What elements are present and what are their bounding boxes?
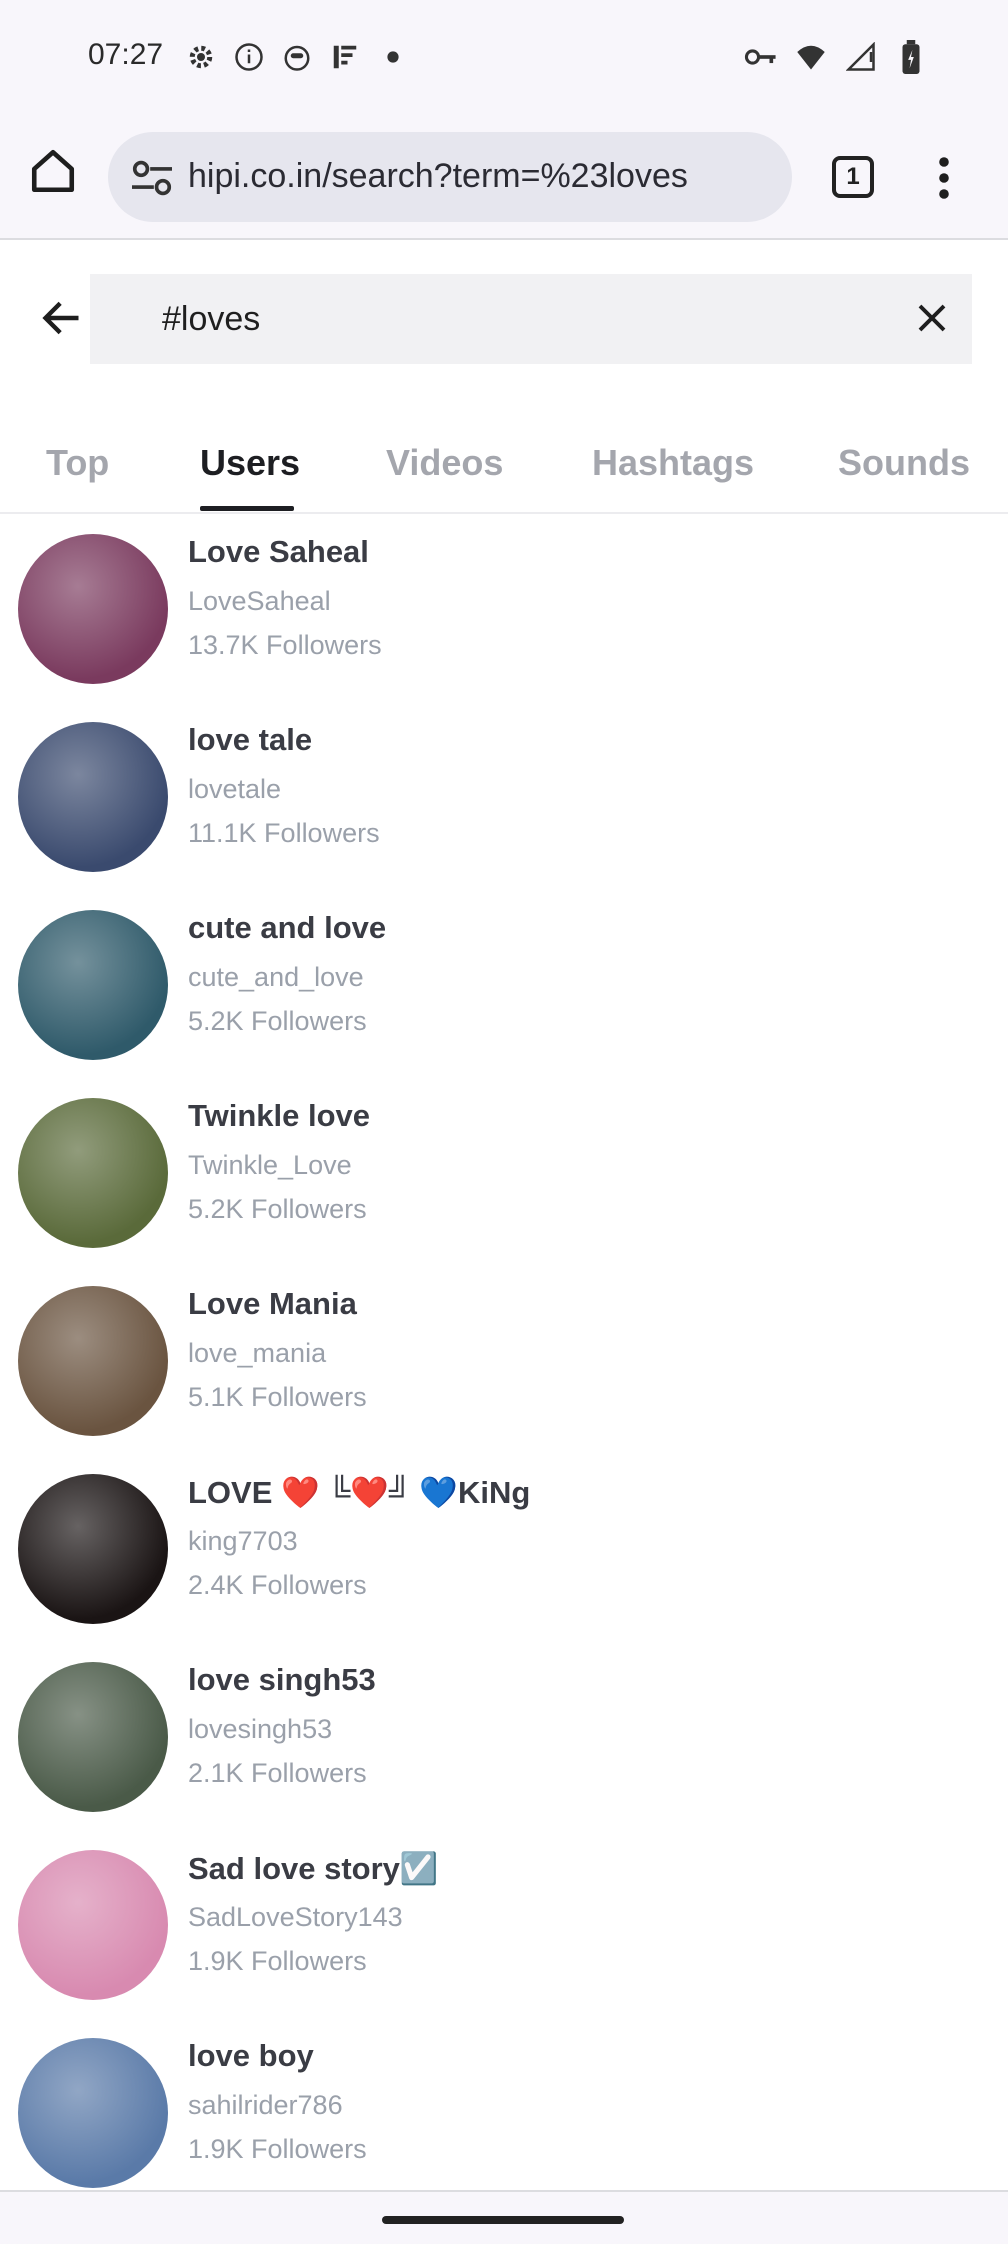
user-display-name[interactable]: love singh53 bbox=[188, 1662, 376, 1698]
user-row[interactable]: cute and love cute_and_love 5.2K Followers bbox=[0, 896, 1008, 1084]
gesture-bar bbox=[0, 2190, 1008, 2244]
signal-icon bbox=[844, 40, 878, 74]
user-handle: sahilrider786 bbox=[188, 2090, 343, 2120]
search-input[interactable]: #loves bbox=[90, 274, 972, 364]
user-row[interactable]: Twinkle love Twinkle_Love 5.2K Followers bbox=[0, 1084, 1008, 1272]
user-follower-count: 1.9K Followers bbox=[188, 2134, 367, 2164]
user-follower-count: 2.1K Followers bbox=[188, 1758, 367, 1788]
user-display-name[interactable]: LOVE ❤️ ╚❤️╝ 💙KiNg bbox=[188, 1474, 530, 1511]
user-follower-count: 13.7K Followers bbox=[188, 630, 382, 660]
user-handle: lovesingh53 bbox=[188, 1714, 333, 1744]
browser-toolbar: hipi.co.in/search?term=%23loves 1 bbox=[0, 120, 1008, 240]
user-display-name[interactable]: love boy bbox=[188, 2038, 314, 2074]
home-indicator[interactable] bbox=[382, 2216, 624, 2224]
gear-icon bbox=[184, 40, 218, 74]
cat-face-icon bbox=[280, 40, 314, 74]
user-display-name[interactable]: love tale bbox=[188, 722, 312, 758]
user-follower-count: 5.2K Followers bbox=[188, 1194, 367, 1224]
user-follower-count: 5.1K Followers bbox=[188, 1382, 367, 1412]
home-icon bbox=[31, 149, 75, 193]
tab-users[interactable]: Users bbox=[200, 442, 300, 484]
search-tabs: Top Users Videos Hashtags Sounds bbox=[0, 420, 1008, 514]
dot-icon bbox=[376, 40, 410, 74]
arrow-left-icon bbox=[42, 301, 79, 335]
user-display-name[interactable]: Twinkle love bbox=[188, 1098, 370, 1134]
user-handle: king7703 bbox=[188, 1526, 298, 1556]
user-handle: love_mania bbox=[188, 1338, 327, 1368]
active-tab-indicator bbox=[200, 506, 294, 511]
battery-icon bbox=[894, 40, 928, 74]
search-query[interactable]: #loves bbox=[162, 300, 260, 339]
user-follower-count: 5.2K Followers bbox=[188, 1006, 367, 1036]
user-display-name[interactable]: Sad love story☑️ bbox=[188, 1850, 439, 1887]
user-follower-count: 2.4K Followers bbox=[188, 1570, 367, 1600]
user-avatar[interactable] bbox=[18, 910, 168, 1060]
url-bar[interactable]: hipi.co.in/search?term=%23loves bbox=[108, 132, 792, 222]
close-icon bbox=[918, 304, 946, 332]
tab-top[interactable]: Top bbox=[46, 442, 109, 484]
status-time: 07:27 bbox=[88, 38, 164, 71]
user-avatar[interactable] bbox=[18, 1286, 168, 1436]
tab-hashtags[interactable]: Hashtags bbox=[592, 442, 754, 484]
user-handle: Twinkle_Love bbox=[188, 1150, 352, 1180]
search-header: #loves bbox=[0, 242, 1008, 392]
user-avatar[interactable] bbox=[18, 1662, 168, 1812]
user-row[interactable]: Sad love story☑️ SadLoveStory143 1.9K Foll… bbox=[0, 1836, 1008, 2024]
clear-search-button[interactable] bbox=[914, 300, 950, 336]
user-row[interactable]: Love Mania love_mania 5.1K Followers bbox=[0, 1272, 1008, 1460]
status-bar: 07:27 bbox=[0, 0, 1008, 120]
status-icons-right bbox=[744, 40, 928, 74]
user-avatar[interactable] bbox=[18, 2038, 168, 2188]
user-avatar[interactable] bbox=[18, 1098, 168, 1248]
user-handle: cute_and_love bbox=[188, 962, 364, 992]
tab-videos[interactable]: Videos bbox=[386, 442, 503, 484]
tab-sounds[interactable]: Sounds bbox=[838, 442, 970, 484]
url-text[interactable]: hipi.co.in/search?term=%23loves bbox=[188, 157, 688, 196]
site-settings-icon[interactable] bbox=[130, 158, 174, 198]
more-vert-icon bbox=[939, 157, 949, 199]
user-row[interactable]: love singh53 lovesingh53 2.1K Followers bbox=[0, 1648, 1008, 1836]
home-button[interactable] bbox=[28, 146, 78, 196]
user-display-name[interactable]: Love Mania bbox=[188, 1286, 357, 1322]
user-avatar[interactable] bbox=[18, 534, 168, 684]
key-icon bbox=[744, 40, 778, 74]
tab-switcher-button[interactable]: 1 bbox=[832, 156, 874, 198]
user-handle: lovetale bbox=[188, 774, 282, 804]
back-button[interactable] bbox=[40, 296, 84, 340]
wifi-icon bbox=[794, 40, 828, 74]
status-icons-left bbox=[184, 40, 410, 74]
user-handle: LoveSaheal bbox=[188, 586, 331, 616]
more-menu-button[interactable] bbox=[926, 154, 962, 202]
user-row[interactable]: Love Saheal LoveSaheal 13.7K Followers bbox=[0, 520, 1008, 708]
user-avatar[interactable] bbox=[18, 1850, 168, 2000]
user-row[interactable]: LOVE ❤️ ╚❤️╝ 💙KiNg king7703 2.4K Followers bbox=[0, 1460, 1008, 1648]
user-handle: SadLoveStory143 bbox=[188, 1902, 403, 1932]
user-row[interactable]: love boy sahilrider786 1.9K Followers bbox=[0, 2024, 1008, 2212]
wifi-signal-icon bbox=[328, 40, 362, 74]
user-display-name[interactable]: Love Saheal bbox=[188, 534, 369, 570]
info-icon bbox=[232, 40, 266, 74]
user-follower-count: 11.1K Followers bbox=[188, 818, 380, 848]
user-avatar[interactable] bbox=[18, 1474, 168, 1624]
user-display-name[interactable]: cute and love bbox=[188, 910, 386, 946]
user-avatar[interactable] bbox=[18, 722, 168, 872]
user-row[interactable]: love tale lovetale 11.1K Followers bbox=[0, 708, 1008, 896]
user-follower-count: 1.9K Followers bbox=[188, 1946, 367, 1976]
